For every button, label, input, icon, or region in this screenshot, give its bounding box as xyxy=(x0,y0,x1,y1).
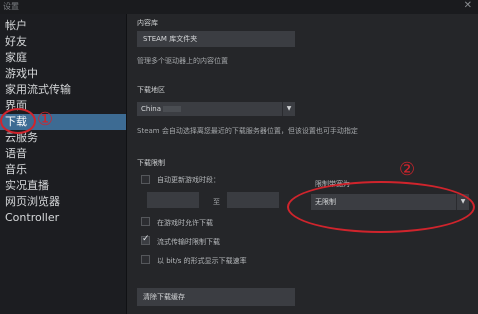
auto-update-window-checkbox[interactable] xyxy=(141,175,150,184)
show-bits-checkbox[interactable] xyxy=(141,255,150,264)
chevron-down-icon[interactable]: ▼ xyxy=(282,102,295,116)
download-region-value: China xyxy=(141,105,161,113)
title-bar: 设置 ✕ xyxy=(0,0,478,14)
sidebar-item-friends[interactable]: 好友 xyxy=(0,34,126,50)
library-heading: 内容库 xyxy=(137,19,158,27)
to-label: 至 xyxy=(213,198,220,206)
show-bits-label: 以 bit/s 的形式显示下载速率 xyxy=(157,257,247,265)
checkmark-icon: ✓ xyxy=(142,234,150,244)
redacted-region-detail xyxy=(163,106,181,112)
sidebar-item-music[interactable]: 音乐 xyxy=(0,162,126,178)
sidebar-item-remote-play[interactable]: 家用流式传输 xyxy=(0,82,126,98)
throttle-streaming-label: 流式传输时限制下载 xyxy=(157,238,220,246)
restrictions-heading: 下载限制 xyxy=(137,159,165,167)
allow-download-in-game-checkbox[interactable] xyxy=(141,217,150,226)
settings-sidebar: 帐户 好友 家庭 游戏中 家用流式传输 界面 下载 云服务 语音 音乐 实况直播… xyxy=(0,14,126,314)
clear-download-cache-button[interactable]: 清除下载缓存 xyxy=(137,288,295,306)
sidebar-item-account[interactable]: 帐户 xyxy=(0,18,126,34)
annotation-circle-downloads xyxy=(0,108,36,134)
downloads-panel: 内容库 STEAM 库文件夹 管理多个驱动器上的内容位置 下载地区 China … xyxy=(127,14,478,314)
sidebar-item-web-browser[interactable]: 网页浏览器 xyxy=(0,194,126,210)
sidebar-item-in-game[interactable]: 游戏中 xyxy=(0,66,126,82)
sidebar-item-family[interactable]: 家庭 xyxy=(0,50,126,66)
library-description: 管理多个驱动器上的内容位置 xyxy=(137,57,228,65)
update-start-time-field[interactable] xyxy=(147,192,199,208)
annotation-circle-bandwidth xyxy=(287,181,475,233)
close-icon[interactable]: ✕ xyxy=(464,0,472,11)
update-end-time-field[interactable] xyxy=(227,192,279,208)
allow-download-in-game-label: 在游戏时允许下载 xyxy=(157,219,213,227)
auto-update-window-label: 自动更新游戏时段： xyxy=(157,176,220,184)
throttle-streaming-checkbox[interactable]: ✓ xyxy=(141,234,150,245)
region-description: Steam 会自动选择离您最近的下载服务器位置，但该设置也可手动指定 xyxy=(137,127,358,135)
sidebar-item-voice[interactable]: 语音 xyxy=(0,146,126,162)
download-region-select[interactable]: China ▼ xyxy=(137,102,295,116)
sidebar-item-broadcasting[interactable]: 实况直播 xyxy=(0,178,126,194)
sidebar-item-controller[interactable]: Controller xyxy=(0,210,126,226)
annotation-number-1: ① xyxy=(37,109,54,130)
steam-library-folders-button[interactable]: STEAM 库文件夹 xyxy=(137,31,295,47)
region-heading: 下载地区 xyxy=(137,86,165,94)
window-title: 设置 xyxy=(3,2,19,11)
annotation-number-2: ② xyxy=(399,159,416,180)
